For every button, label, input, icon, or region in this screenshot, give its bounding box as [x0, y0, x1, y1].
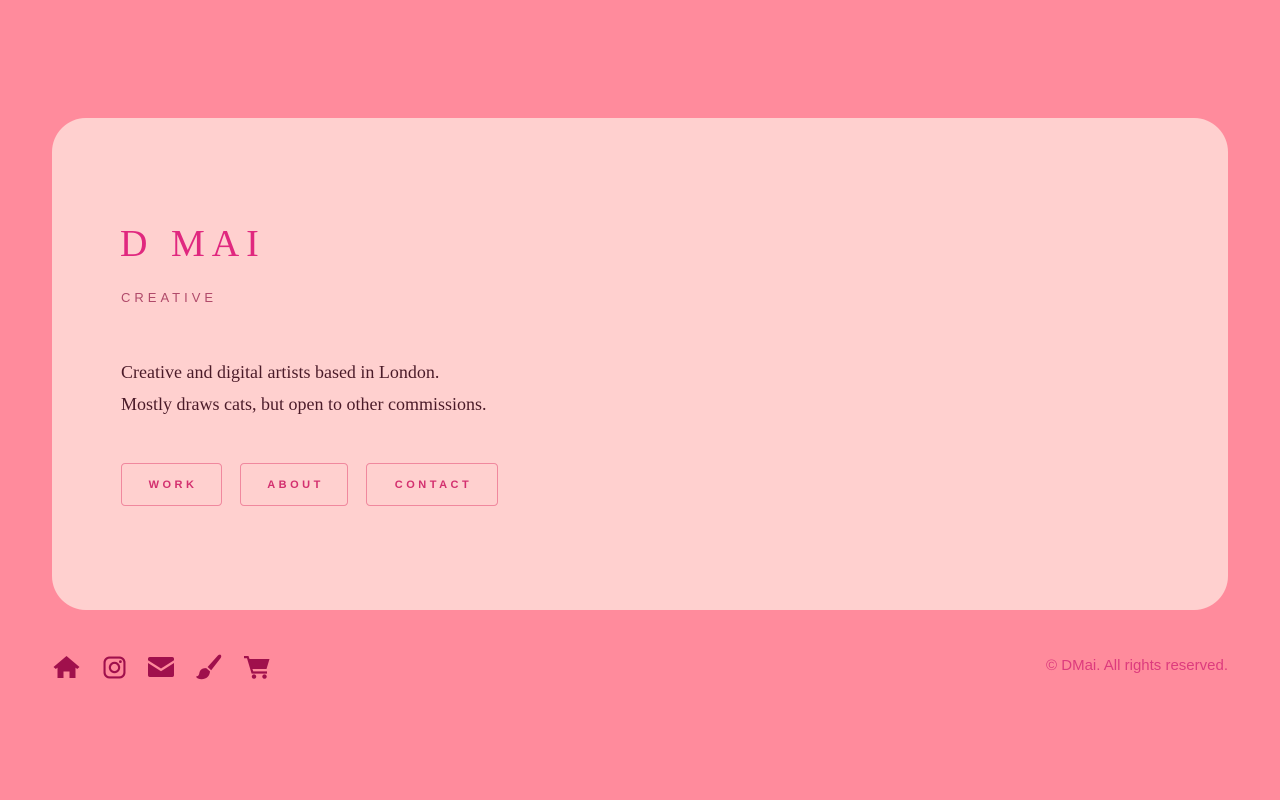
envelope-icon[interactable]	[148, 652, 174, 682]
about-button[interactable]: ABOUT	[240, 463, 348, 506]
social-links	[52, 652, 270, 682]
intro-description: Creative and digital artists based in Lo…	[121, 356, 486, 420]
copyright-text: © DMai. All rights reserved.	[1046, 657, 1228, 674]
intro-line-1: Creative and digital artists based in Lo…	[121, 362, 440, 382]
site-title: D MAI	[120, 223, 266, 265]
work-button[interactable]: WORK	[121, 463, 222, 506]
contact-button[interactable]: CONTACT	[366, 463, 498, 506]
hero-card: D MAI CREATIVE Creative and digital arti…	[52, 118, 1228, 610]
site-subtitle: CREATIVE	[121, 290, 218, 305]
intro-line-2: Mostly draws cats, but open to other com…	[121, 394, 487, 414]
home-icon[interactable]	[52, 652, 80, 682]
shopping-cart-icon[interactable]	[244, 652, 270, 682]
nav-buttons: WORK ABOUT CONTACT	[121, 463, 498, 506]
paintbrush-icon[interactable]	[196, 652, 222, 682]
instagram-icon[interactable]	[102, 652, 126, 682]
